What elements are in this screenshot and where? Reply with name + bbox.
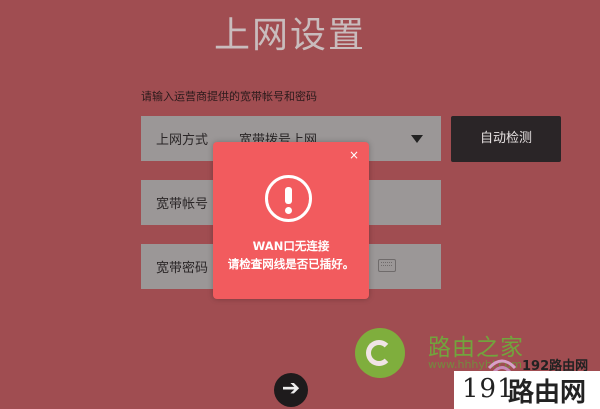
watermark-logo-icon (355, 328, 405, 378)
account-label: 宽带帐号 (156, 197, 209, 212)
connection-type-label: 上网方式 (156, 133, 209, 148)
watermark-corner-text: 路由网 (508, 378, 587, 408)
next-button[interactable]: ➔ (274, 373, 308, 407)
credential-hint: 请输入运营商提供的宽带帐号和密码 (141, 90, 317, 103)
close-icon[interactable]: × (349, 148, 359, 162)
dialog-message-title: WAN口无连接 (252, 239, 330, 253)
page-title: 上网设置 (213, 15, 366, 56)
dialog-message-detail: 请检查网线是否已插好。 (227, 257, 355, 271)
keyboard-icon[interactable] (378, 259, 396, 272)
error-dialog: × WAN口无连接 请检查网线是否已插好。 (213, 142, 369, 299)
chevron-down-icon[interactable] (411, 135, 423, 143)
watermark-corner-number: 191 (462, 374, 515, 404)
auto-detect-button[interactable]: 自动检测 (451, 116, 561, 162)
password-label: 宽带密码 (156, 261, 209, 276)
watermark-corner: 191 路由网 (454, 371, 600, 409)
alert-icon (265, 175, 312, 222)
